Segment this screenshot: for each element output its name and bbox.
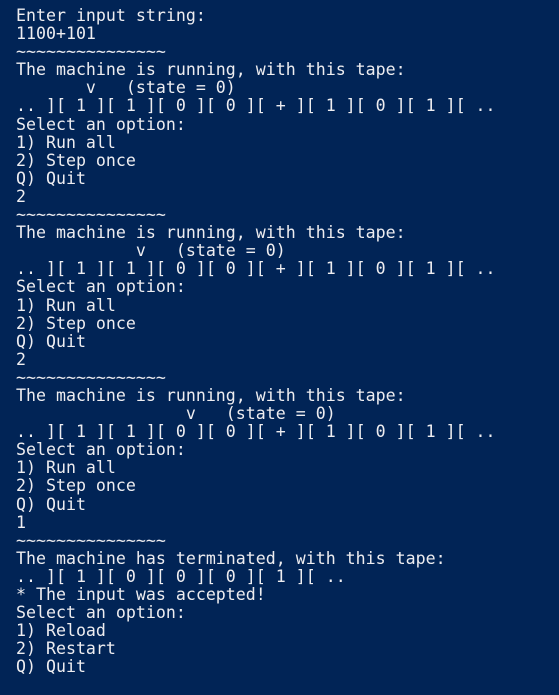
menu-option-quit: Q) Quit: [16, 168, 86, 188]
input-prompt: Enter input string:: [16, 6, 206, 25]
result-message: * The input was accepted!: [16, 585, 266, 604]
head-indicator: v (state = 0): [16, 78, 236, 98]
tape-display: .. ][ 1 ][ 1 ][ 0 ][ 0 ][ + ][ 1 ][ 0 ][…: [16, 422, 496, 442]
menu-option-step-once: 2) Step once: [16, 476, 136, 496]
status-message: The machine has terminated, with this ta…: [16, 548, 446, 568]
menu-option-restart: 2) Restart: [16, 639, 116, 659]
head-indicator: v (state = 0): [16, 241, 286, 261]
status-message: The machine is running, with this tape:: [16, 223, 406, 243]
input-string: 1100+101: [16, 24, 96, 44]
user-choice: 2: [16, 349, 26, 369]
menu-option-run-all: 1) Run all: [16, 458, 116, 478]
tape-display: .. ][ 1 ][ 1 ][ 0 ][ 0 ][ + ][ 1 ][ 0 ][…: [16, 96, 496, 116]
head-indicator: v (state = 0): [16, 404, 336, 424]
tape-display: .. ][ 1 ][ 0 ][ 0 ][ 0 ][ 1 ][ ..: [16, 566, 346, 586]
menu-title: Select an option:: [16, 277, 186, 297]
status-message: The machine is running, with this tape:: [16, 60, 406, 80]
menu-title: Select an option:: [16, 114, 186, 134]
menu-option-reload: 1) Reload: [16, 621, 106, 641]
user-choice: 1: [16, 512, 26, 532]
separator: ~~~~~~~~~~~~~~~: [16, 367, 166, 387]
separator: ~~~~~~~~~~~~~~~: [16, 205, 166, 225]
menu-option-step-once: 2) Step once: [16, 150, 136, 170]
menu-option-quit: Q) Quit: [16, 657, 86, 677]
separator: ~~~~~~~~~~~~~~~: [16, 530, 166, 550]
menu-option-run-all: 1) Run all: [16, 132, 116, 152]
menu-option-quit: Q) Quit: [16, 331, 86, 351]
status-message: The machine is running, with this tape:: [16, 385, 406, 405]
terminal-window[interactable]: Enter input string: 1100+101 ~~~~~~~~~~~…: [0, 0, 559, 695]
menu-title: Select an option:: [16, 440, 186, 460]
separator: ~~~~~~~~~~~~~~~: [16, 42, 166, 62]
menu-option-quit: Q) Quit: [16, 494, 86, 514]
menu-option-run-all: 1) Run all: [16, 295, 116, 315]
user-choice: 2: [16, 186, 26, 206]
menu-title: Select an option:: [16, 603, 186, 623]
tape-display: .. ][ 1 ][ 1 ][ 0 ][ 0 ][ + ][ 1 ][ 0 ][…: [16, 259, 496, 279]
menu-option-step-once: 2) Step once: [16, 313, 136, 333]
